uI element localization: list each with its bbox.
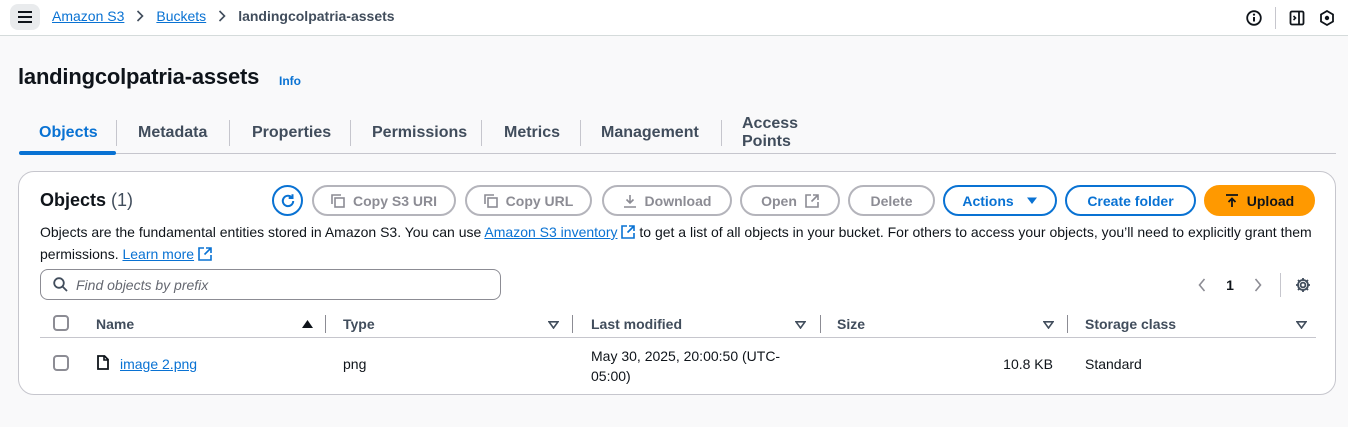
tab-properties[interactable]: Properties [230,112,350,153]
preferences-button[interactable] [1289,272,1317,298]
sort-caret-down-icon[interactable] [1296,321,1307,329]
copy-url-label: Copy URL [505,192,574,209]
hamburger-menu-icon [18,11,32,23]
file-icon [97,355,109,370]
objects-description: Objects are the fundamental entities sto… [40,222,1320,266]
learn-more-link[interactable]: Learn more [122,246,194,262]
object-name-link[interactable]: image 2.png [120,356,197,372]
hexagon-shield-icon [1320,10,1334,26]
copy-icon [331,193,345,208]
refresh-icon [281,193,294,207]
download-icon [623,194,637,208]
breadcrumb-current: landingcolpatria-assets [238,8,395,24]
tab-access-points[interactable]: Access Points [722,112,865,153]
row-checkbox[interactable] [53,355,69,371]
column-header-last-modified[interactable]: Last modified [591,310,682,338]
tab-permissions[interactable]: Permissions [351,112,481,153]
objects-title: Objects [40,190,107,210]
upload-icon [1225,193,1239,208]
column-divider [325,315,326,333]
panel-toggle-button[interactable] [1282,3,1312,33]
tab-metrics[interactable]: Metrics [482,112,580,153]
menu-button[interactable] [10,4,40,30]
search-input[interactable] [76,276,476,293]
delete-label: Delete [870,192,913,209]
objects-count: (1) [111,190,134,210]
info-panel-button[interactable] [1239,3,1269,33]
object-storage-class: Standard [1085,356,1142,372]
previous-page-button[interactable] [1188,272,1216,298]
column-divider [820,315,821,333]
column-header-name[interactable]: Name [96,310,134,338]
column-header-storage-class[interactable]: Storage class [1085,310,1176,338]
next-page-button[interactable] [1244,272,1272,298]
external-link-icon [621,224,636,244]
select-all-checkbox[interactable] [53,315,69,331]
chevron-left-icon [1198,278,1206,292]
column-divider [1067,315,1068,333]
open-button[interactable]: Open [740,185,840,216]
object-size: 10.8 KB [1003,356,1053,372]
column-divider [572,315,573,333]
chevron-right-icon [218,10,226,22]
download-label: Download [644,192,712,209]
sort-ascending-icon[interactable] [302,320,313,328]
pagination: 1 [1188,272,1317,298]
tab-metadata[interactable]: Metadata [117,112,229,153]
table-header: Name Type Last modified Size Storage cla… [40,310,1316,338]
divider [1275,7,1276,29]
column-header-size[interactable]: Size [837,310,865,338]
copy-s3-uri-label: Copy S3 URI [352,192,437,209]
page-number[interactable]: 1 [1216,272,1244,298]
upload-label: Upload [1246,192,1295,209]
upload-button[interactable]: Upload [1204,185,1315,216]
delete-button[interactable]: Delete [848,185,935,216]
info-link[interactable]: Info [279,74,301,88]
description-text: Objects are the fundamental entities sto… [40,224,485,240]
object-last-modified: May 30, 2025, 20:00:50 (UTC- 05:00) [591,346,780,386]
table-row[interactable]: image 2.png png May 30, 2025, 20:00:50 (… [40,339,1316,387]
top-navigation-bar: Amazon S3 Buckets landingcolpatria-asset… [0,0,1348,36]
s3-inventory-link[interactable]: Amazon S3 inventory [484,224,617,240]
download-button[interactable]: Download [602,185,732,216]
security-button[interactable] [1312,3,1342,33]
tab-bar: Objects Metadata Properties Permissions … [19,112,1336,155]
objects-container: Objects (1) Copy S3 URI Copy URL Downloa… [18,171,1336,395]
actions-dropdown[interactable]: Actions [943,185,1057,216]
actions-label: Actions [962,192,1014,209]
tab-management[interactable]: Management [581,112,721,153]
last-modified-line: 05:00) [591,368,631,384]
create-folder-button[interactable]: Create folder [1065,185,1196,216]
search-field[interactable] [40,269,501,300]
sort-caret-down-icon[interactable] [548,321,559,329]
breadcrumb-amazon-s3[interactable]: Amazon S3 [52,8,124,24]
chevron-right-icon [1254,278,1262,292]
copy-icon [483,193,498,208]
external-link-icon [198,246,212,266]
side-panel-icon [1289,10,1305,26]
sort-caret-down-icon[interactable] [795,321,806,329]
info-circle-icon [1246,10,1262,26]
create-folder-label: Create folder [1087,192,1174,209]
copy-s3-uri-button[interactable]: Copy S3 URI [312,185,456,216]
chevron-right-icon [136,10,145,22]
copy-url-button[interactable]: Copy URL [465,185,592,216]
sort-caret-down-icon[interactable] [1043,321,1054,329]
objects-heading: Objects (1) [40,190,133,211]
breadcrumb-buckets[interactable]: Buckets [156,8,206,24]
column-header-type[interactable]: Type [343,310,375,338]
refresh-button[interactable] [272,185,303,216]
caret-down-icon [1026,197,1038,205]
page-title: landingcolpatria-assets [18,64,260,89]
breadcrumb: Amazon S3 Buckets landingcolpatria-asset… [52,8,395,24]
external-link-icon [805,193,819,208]
object-type: png [343,356,367,372]
open-label: Open [761,192,797,209]
search-icon [53,277,68,292]
last-modified-line: May 30, 2025, 20:00:50 (UTC- [591,348,781,364]
divider [1280,273,1281,297]
gear-icon [1296,278,1310,292]
tab-objects[interactable]: Objects [19,112,116,155]
